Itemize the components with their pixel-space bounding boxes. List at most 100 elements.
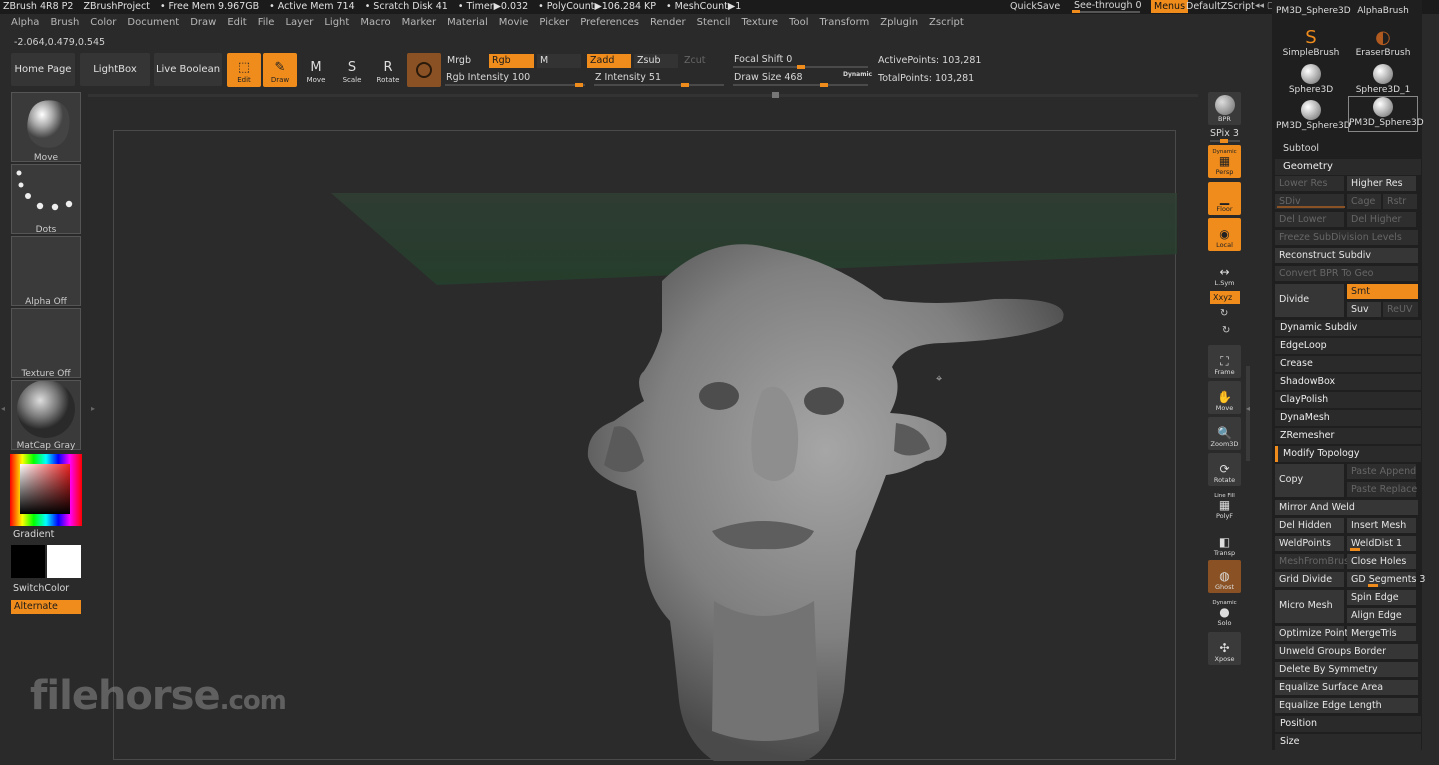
meshfrombrush-button[interactable]: MeshFromBrush — [1275, 554, 1355, 569]
copy-button[interactable]: Copy — [1275, 464, 1344, 497]
micro-mesh-button[interactable]: Micro Mesh — [1275, 590, 1344, 623]
mrgb-button[interactable]: Mrgb — [444, 54, 486, 68]
sculpt-head[interactable] — [587, 244, 1064, 761]
texture-thumbnail[interactable]: Texture Off — [11, 308, 81, 379]
primary-color-swatch[interactable] — [47, 545, 81, 578]
menu-document[interactable]: Document — [127, 17, 179, 28]
shelf-collapse-handle[interactable] — [772, 92, 779, 98]
reconstruct-subdiv-button[interactable]: Reconstruct Subdiv — [1275, 248, 1418, 263]
rstr-button[interactable]: Rstr — [1383, 194, 1417, 209]
left-tray-arrow-icon[interactable]: ◂ — [1, 404, 5, 413]
shadowbox-header[interactable]: ShadowBox — [1275, 374, 1421, 390]
rotate-view-button[interactable]: ⟳ Rotate — [1208, 453, 1241, 486]
rgb-button[interactable]: Rgb — [489, 54, 534, 68]
menu-stencil[interactable]: Stencil — [697, 17, 731, 28]
divide-button[interactable]: Divide — [1275, 284, 1344, 317]
del-lower-button[interactable]: Del Lower — [1275, 212, 1344, 227]
m-button[interactable]: M — [537, 54, 581, 68]
brush-simplebrush[interactable]: S SimpleBrush — [1276, 28, 1346, 64]
spix-label[interactable]: SPix 3 — [1210, 128, 1239, 139]
xpose-button[interactable]: ✣ Xpose — [1208, 632, 1241, 665]
brush-thumbnail[interactable]: Move — [11, 92, 81, 163]
menu-alpha[interactable]: Alpha — [11, 17, 39, 28]
focal-shift-slider[interactable] — [733, 65, 868, 69]
menu-layer[interactable]: Layer — [285, 17, 313, 28]
rgb-intensity-slider[interactable] — [445, 83, 585, 87]
align-edge-button[interactable]: Align Edge — [1347, 608, 1416, 623]
live-boolean-button[interactable]: Live Boolean — [154, 53, 222, 86]
zadd-button[interactable]: Zadd — [587, 54, 631, 68]
suv-toggle[interactable]: Suv — [1347, 302, 1381, 317]
del-higher-button[interactable]: Del Higher — [1347, 212, 1416, 227]
zoom3d-button[interactable]: 🔍 Zoom3D — [1208, 417, 1241, 450]
color-square[interactable] — [20, 464, 70, 514]
brush-pm3d-sphere3d-a[interactable]: PM3D_Sphere3D — [1276, 100, 1351, 136]
zsub-button[interactable]: Zsub — [634, 54, 678, 68]
equalize-edge-length-button[interactable]: Equalize Edge Length — [1275, 698, 1418, 713]
menu-tool[interactable]: Tool — [789, 17, 808, 28]
cage-button[interactable]: Cage — [1347, 194, 1381, 209]
edit-button[interactable]: ⬚ Edit — [227, 53, 261, 87]
xyz-button[interactable]: Xxyz — [1210, 291, 1240, 304]
gd-segments-knob[interactable] — [1368, 584, 1378, 587]
menu-zplugin[interactable]: Zplugin — [880, 17, 918, 28]
menu-marker[interactable]: Marker — [402, 17, 437, 28]
menu-transform[interactable]: Transform — [820, 17, 870, 28]
brush-sphere3d-1[interactable]: Sphere3D_1 — [1348, 64, 1418, 100]
local-button[interactable]: ◉ Local — [1208, 218, 1241, 251]
move-tool-button[interactable]: M Move — [299, 53, 333, 87]
polyf-button[interactable]: Line Fill ▦ PolyF — [1208, 489, 1241, 522]
stroke-thumbnail[interactable]: Dots — [11, 164, 81, 235]
mirror-weld-button[interactable]: Mirror And Weld — [1275, 500, 1418, 515]
menu-texture[interactable]: Texture — [741, 17, 778, 28]
geometry-header[interactable]: Geometry — [1275, 159, 1421, 175]
see-through-knob[interactable] — [1072, 10, 1080, 13]
edgeloop-header[interactable]: EdgeLoop — [1275, 338, 1421, 354]
insert-mesh-button[interactable]: Insert Mesh — [1347, 518, 1416, 533]
menu-preferences[interactable]: Preferences — [580, 17, 639, 28]
close-holes-button[interactable]: Close Holes — [1347, 554, 1416, 569]
draw-size-slider[interactable] — [733, 83, 868, 87]
menu-zscript[interactable]: Zscript — [929, 17, 964, 28]
frame-button[interactable]: ⛶ Frame — [1208, 345, 1241, 378]
lower-res-button[interactable]: Lower Res — [1275, 176, 1344, 191]
model-viewport[interactable] — [114, 131, 1204, 761]
see-through-slider[interactable]: See-through 0 — [1070, 0, 1142, 13]
rotate-y-icon[interactable]: ↻ — [1220, 308, 1228, 319]
right-tray-arrow-icon[interactable]: ◂ — [1246, 404, 1250, 413]
grid-divide-button[interactable]: Grid Divide — [1275, 572, 1344, 587]
material-swatch-button[interactable] — [407, 53, 441, 87]
alternate-button[interactable]: Alternate — [11, 600, 81, 614]
delete-by-symmetry-button[interactable]: Delete By Symmetry — [1275, 662, 1418, 677]
del-hidden-button[interactable]: Del Hidden — [1275, 518, 1344, 533]
gradient-label[interactable]: Gradient — [13, 529, 54, 540]
gd-segments-slider[interactable]: GD Segments 3 — [1347, 572, 1425, 587]
secondary-color-swatch[interactable] — [11, 545, 45, 578]
home-page-button[interactable]: Home Page — [11, 53, 75, 86]
reuv-button[interactable]: ReUV — [1383, 302, 1418, 317]
material-thumbnail[interactable]: MatCap Gray — [11, 380, 81, 451]
quicksave-button[interactable]: QuickSave — [1010, 0, 1060, 13]
transp-button[interactable]: ◧ Transp — [1208, 526, 1241, 559]
optimize-points-button[interactable]: Optimize Points — [1275, 626, 1353, 641]
menu-picker[interactable]: Picker — [539, 17, 569, 28]
rotate-z-icon[interactable]: ↻ — [1222, 325, 1230, 336]
dynamic-size-toggle[interactable]: Dynamic — [843, 71, 872, 78]
menu-light[interactable]: Light — [324, 17, 349, 28]
crease-header[interactable]: Crease — [1275, 356, 1421, 372]
smt-toggle[interactable]: Smt — [1347, 284, 1418, 299]
unweld-groups-button[interactable]: Unweld Groups Border — [1275, 644, 1418, 659]
convert-bpr-button[interactable]: Convert BPR To Geo — [1275, 266, 1418, 281]
menu-draw[interactable]: Draw — [190, 17, 216, 28]
default-zscript[interactable]: DefaultZScript — [1186, 0, 1255, 13]
spix-slider[interactable] — [1210, 139, 1240, 143]
menu-macro[interactable]: Macro — [360, 17, 390, 28]
brush-sphere3d[interactable]: Sphere3D — [1276, 64, 1346, 100]
menu-material[interactable]: Material — [447, 17, 488, 28]
spin-edge-button[interactable]: Spin Edge — [1347, 590, 1416, 605]
size-header[interactable]: Size — [1275, 734, 1421, 750]
right-tray-scroll[interactable] — [1246, 366, 1250, 461]
move-view-button[interactable]: ✋ Move — [1208, 381, 1241, 414]
paste-replace-button[interactable]: Paste Replace — [1347, 482, 1417, 497]
solo-button[interactable]: Dynamic ● Solo — [1208, 596, 1241, 629]
